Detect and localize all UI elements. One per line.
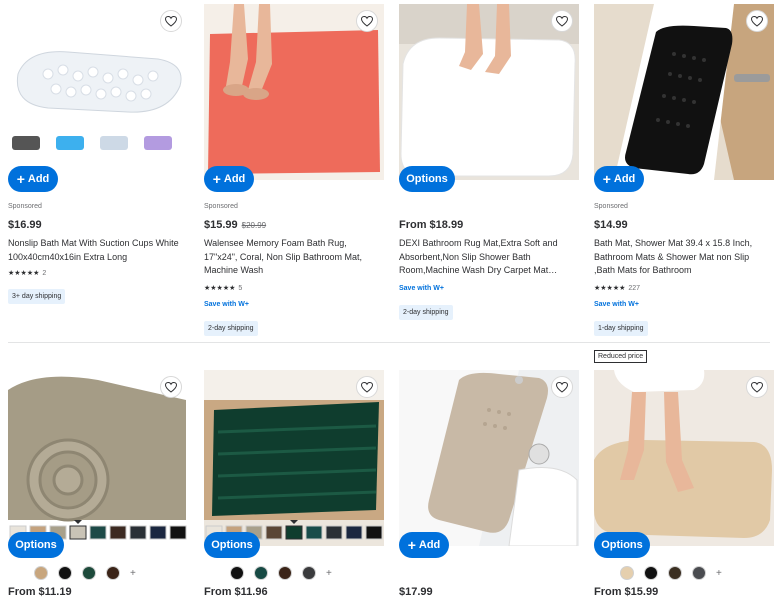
color-swatch-gray[interactable] [302, 566, 316, 580]
product-image[interactable] [399, 4, 579, 180]
color-swatch-tan[interactable] [34, 566, 48, 580]
color-swatch-gray[interactable] [692, 566, 706, 580]
product-price: $16.99 [8, 219, 42, 231]
product-rating: ★★★★★ 2 [8, 269, 47, 278]
add-to-cart-button[interactable]: + Add [204, 166, 254, 192]
product-card[interactable]: Options + From $11.19 [8, 370, 188, 600]
product-price: From $11.19 [8, 586, 72, 598]
shipping-badge: 1-day shipping [594, 321, 648, 336]
shipping-badge: 3+ day shipping [8, 289, 66, 304]
options-button[interactable]: Options [8, 532, 64, 558]
product-rating: ★★★★★ 5 [204, 284, 243, 293]
rating-count: 227 [628, 284, 641, 292]
product-image[interactable] [8, 4, 188, 180]
more-colors-icon[interactable]: + [326, 568, 332, 579]
product-image[interactable] [399, 370, 579, 546]
more-colors-icon[interactable]: + [716, 568, 722, 579]
product-rating: ★★★★★ 227 [594, 284, 641, 293]
reduced-price-badge: Reduced price [594, 350, 648, 363]
product-title[interactable]: Walensee Memory Foam Bath Rug, 17"x24", … [204, 237, 382, 278]
walmart-plus-savings: Save with W+ [594, 301, 639, 308]
sponsored-label: Sponsored [204, 203, 238, 210]
product-title[interactable]: DEXI Bathroom Rug Mat,Extra Soft and Abs… [399, 237, 577, 278]
favorite-heart-icon[interactable] [746, 10, 768, 32]
walmart-plus-savings: Save with W+ [399, 285, 444, 292]
options-button[interactable]: Options [204, 532, 260, 558]
product-image[interactable] [204, 370, 384, 546]
product-image[interactable] [594, 370, 774, 546]
product-price: From $15.99 [594, 586, 659, 598]
favorite-heart-icon[interactable] [356, 10, 378, 32]
rating-count: 5 [238, 284, 243, 292]
product-card[interactable]: Options + From $15.99 [594, 370, 774, 600]
original-price: $20.99 [241, 221, 267, 230]
sponsored-label: Sponsored [8, 203, 42, 210]
product-card[interactable]: + Add Sponsored $16.99 Nonslip Bath Mat … [8, 4, 188, 334]
add-to-cart-button[interactable]: + Add [8, 166, 58, 192]
plus-icon: + [212, 171, 221, 187]
add-to-cart-button[interactable]: + Add [594, 166, 644, 192]
row-divider [8, 342, 770, 343]
color-swatch-black[interactable] [58, 566, 72, 580]
product-price: $14.99 [594, 219, 628, 231]
favorite-heart-icon[interactable] [356, 376, 378, 398]
star-rating-icon: ★★★★★ [204, 285, 236, 292]
rating-count: 2 [42, 269, 47, 277]
options-button[interactable]: Options [594, 532, 650, 558]
favorite-heart-icon[interactable] [551, 376, 573, 398]
more-colors-icon[interactable]: + [130, 568, 136, 579]
add-to-cart-button[interactable]: + Add [399, 532, 449, 558]
color-swatch-brown[interactable] [278, 566, 292, 580]
options-button[interactable]: Options [399, 166, 455, 192]
favorite-heart-icon[interactable] [551, 10, 573, 32]
color-swatches[interactable]: + [620, 566, 722, 580]
star-rating-icon: ★★★★★ [594, 285, 626, 292]
plus-icon: + [407, 537, 416, 553]
product-image[interactable] [204, 4, 384, 180]
shipping-badge: 2-day shipping [399, 305, 453, 320]
color-swatch-black[interactable] [644, 566, 658, 580]
shipping-badge: 2-day shipping [204, 321, 258, 336]
product-card[interactable]: + Add Sponsored $14.99 Bath Mat, Shower … [594, 4, 774, 336]
sponsored-label: Sponsored [594, 203, 628, 210]
walmart-plus-savings: Save with W+ [204, 301, 249, 308]
product-card[interactable]: Options + From $11.96 [204, 370, 384, 600]
color-swatch-green[interactable] [82, 566, 96, 580]
color-swatch-brown[interactable] [106, 566, 120, 580]
product-image[interactable] [8, 370, 188, 546]
product-title[interactable]: Nonslip Bath Mat With Suction Cups White… [8, 237, 186, 264]
product-price: From $11.96 [204, 586, 268, 598]
plus-icon: + [16, 171, 25, 187]
product-card[interactable]: + Add $17.99 [399, 370, 579, 600]
favorite-heart-icon[interactable] [746, 376, 768, 398]
plus-icon: + [602, 171, 611, 187]
favorite-heart-icon[interactable] [160, 10, 182, 32]
star-rating-icon: ★★★★★ [8, 270, 40, 277]
product-price: $15.99 $20.99 [204, 219, 267, 231]
product-image[interactable] [594, 4, 774, 180]
product-price: $17.99 [399, 586, 433, 598]
color-swatch-teal[interactable] [254, 566, 268, 580]
color-swatches[interactable]: + [230, 566, 332, 580]
color-swatch-brown[interactable] [668, 566, 682, 580]
color-swatches[interactable]: + [34, 566, 136, 580]
product-title[interactable]: Bath Mat, Shower Mat 39.4 x 15.8 Inch, B… [594, 237, 772, 278]
favorite-heart-icon[interactable] [160, 376, 182, 398]
color-swatch-black[interactable] [230, 566, 244, 580]
product-price: From $18.99 [399, 219, 464, 231]
product-card[interactable]: Options From $18.99 DEXI Bathroom Rug Ma… [399, 4, 579, 334]
color-swatch-beige[interactable] [620, 566, 634, 580]
product-card[interactable]: + Add Sponsored $15.99 $20.99 Walensee Me… [204, 4, 384, 336]
